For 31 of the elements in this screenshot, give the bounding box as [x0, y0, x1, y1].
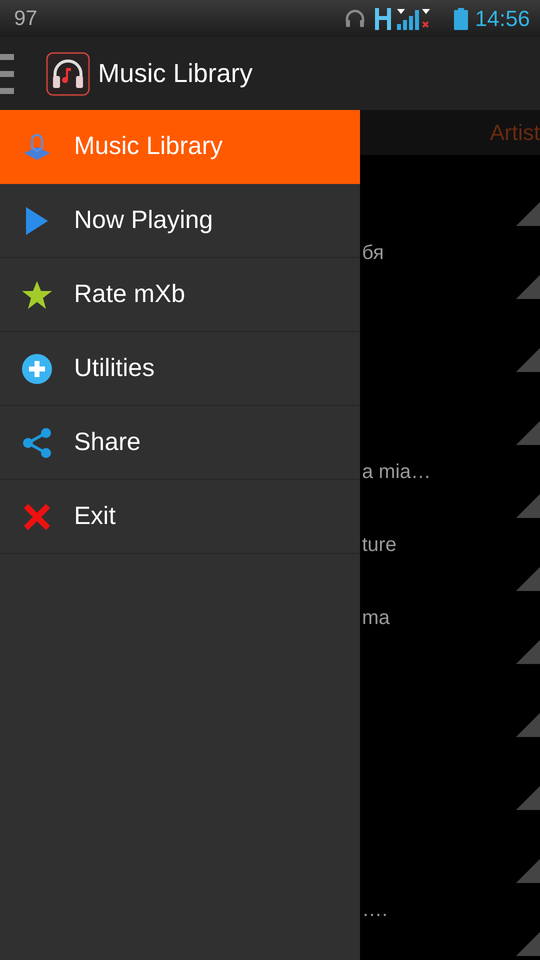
- corner-triangle-icon[interactable]: [516, 640, 540, 664]
- drawer-item[interactable]: Utilities: [0, 332, 360, 406]
- app-title: Music Library: [98, 58, 253, 89]
- drawer-item[interactable]: Now Playing: [0, 184, 360, 258]
- drawer-item[interactable]: Rate mXb: [0, 258, 360, 332]
- song-title: ture: [362, 534, 396, 557]
- drawer-item[interactable]: Share: [0, 406, 360, 480]
- corner-triangle-icon[interactable]: [516, 275, 540, 299]
- corner-triangle-icon[interactable]: [516, 567, 540, 591]
- star-icon: [21, 278, 53, 310]
- corner-triangle-icon[interactable]: [516, 859, 540, 883]
- drawer-item[interactable]: Exit: [0, 480, 360, 554]
- share-icon: [21, 426, 53, 458]
- close-icon: [23, 502, 51, 530]
- song-title: ….: [362, 899, 388, 922]
- corner-triangle-icon[interactable]: [516, 786, 540, 810]
- corner-triangle-icon[interactable]: [516, 421, 540, 445]
- corner-triangle-icon[interactable]: [516, 713, 540, 737]
- plus-icon: [21, 352, 53, 384]
- song-title: ma: [362, 607, 390, 630]
- battery-icon: [452, 6, 469, 30]
- corner-triangle-icon[interactable]: [516, 932, 540, 956]
- song-title: a mia…: [362, 461, 431, 484]
- corner-triangle-icon[interactable]: [516, 348, 540, 372]
- menu-icon[interactable]: [0, 52, 14, 96]
- clock: 14:56: [474, 6, 530, 32]
- corner-triangle-icon[interactable]: [516, 494, 540, 518]
- song-title: бя: [362, 242, 384, 265]
- status-text: 97: [14, 6, 38, 30]
- headphones-icon[interactable]: [46, 52, 90, 96]
- corner-triangle-icon[interactable]: [516, 202, 540, 226]
